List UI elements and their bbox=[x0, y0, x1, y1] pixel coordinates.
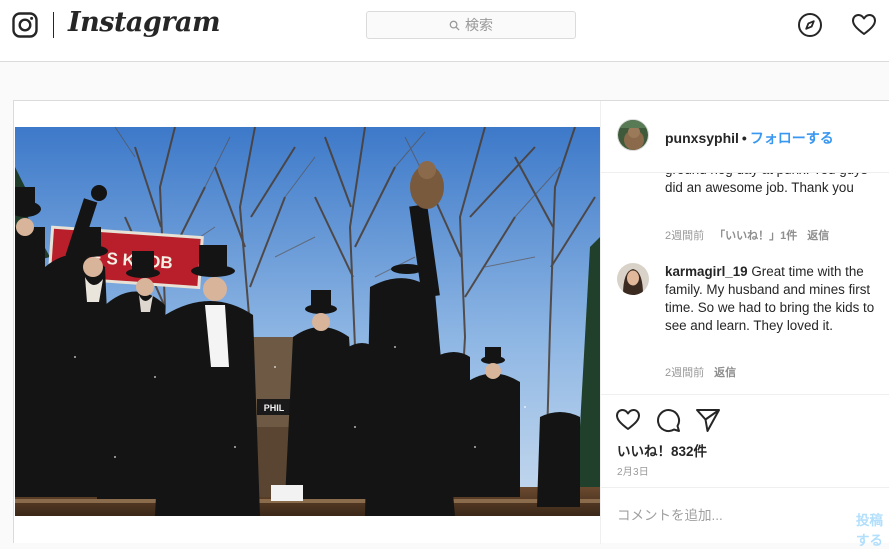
post-comment-button[interactable]: 投稿する bbox=[856, 509, 889, 549]
comment-meta: 2週間前 「いいね！」1件 返信 bbox=[665, 227, 839, 243]
follow-button[interactable]: フォローする bbox=[750, 130, 834, 146]
activity-heart-icon[interactable] bbox=[851, 12, 877, 38]
comment-likes[interactable]: 「いいね！」1件 bbox=[714, 230, 797, 242]
post-sidebar: punxsyphil•フォローする ground hog day at punx… bbox=[600, 101, 889, 548]
instagram-wordmark[interactable]: Instagram bbox=[68, 7, 221, 38]
comments-list[interactable]: ground hog day at punx. You guys did an … bbox=[601, 173, 889, 394]
post-date[interactable]: 2月3日 bbox=[617, 463, 649, 478]
comment-age[interactable]: 2週間前 bbox=[665, 230, 704, 242]
photo-podium-text: PHIL bbox=[264, 403, 285, 413]
search-box[interactable]: 検索 bbox=[366, 11, 576, 39]
comment-text: ground hog day at punx. You guys did an … bbox=[665, 173, 868, 195]
post-photo[interactable]: BE S KNOB PHIL bbox=[15, 127, 600, 516]
header-separator: • bbox=[741, 130, 747, 146]
share-send-icon[interactable] bbox=[695, 407, 721, 433]
instagram-glyph-icon[interactable] bbox=[12, 12, 38, 38]
comment-input[interactable] bbox=[617, 508, 837, 523]
comment-text: karmagirl_19 Great time with the family.… bbox=[665, 263, 875, 335]
top-nav: Instagram 検索 bbox=[0, 0, 889, 62]
post-card: BE S KNOB PHIL punxsyphil • フォローする did a… bbox=[13, 100, 889, 548]
post-header-text: punxsyphil • フォローする bbox=[665, 128, 834, 148]
comment-username[interactable]: karmagirl_19 bbox=[665, 264, 748, 279]
like-heart-icon[interactable] bbox=[615, 407, 641, 433]
post-header: punxsyphil • フォローする bbox=[601, 101, 889, 173]
author-avatar[interactable] bbox=[617, 119, 649, 151]
groundhog-day-photo-image: BE S KNOB PHIL bbox=[15, 127, 600, 516]
commenter-avatar[interactable] bbox=[617, 263, 649, 295]
comment-meta: 2週間前 返信 bbox=[665, 364, 746, 380]
comment-reply-button[interactable]: 返信 bbox=[714, 367, 736, 379]
add-comment-bar: 投稿する bbox=[601, 487, 889, 548]
commenter-avatar-image bbox=[617, 263, 649, 295]
logo-divider bbox=[53, 12, 54, 38]
comment-age[interactable]: 2週間前 bbox=[665, 367, 704, 379]
comment-bubble-icon[interactable] bbox=[655, 407, 681, 433]
author-avatar-image bbox=[618, 120, 648, 150]
comment-reply-button[interactable]: 返信 bbox=[807, 230, 829, 242]
post-actions: いいね！832件 2月3日 bbox=[601, 394, 889, 487]
search-placeholder: 検索 bbox=[465, 17, 493, 33]
author-username[interactable]: punxsyphil bbox=[665, 130, 739, 146]
search-icon bbox=[449, 20, 460, 31]
likes-count[interactable]: いいね！832件 bbox=[617, 440, 707, 460]
explore-compass-icon[interactable] bbox=[797, 12, 823, 38]
